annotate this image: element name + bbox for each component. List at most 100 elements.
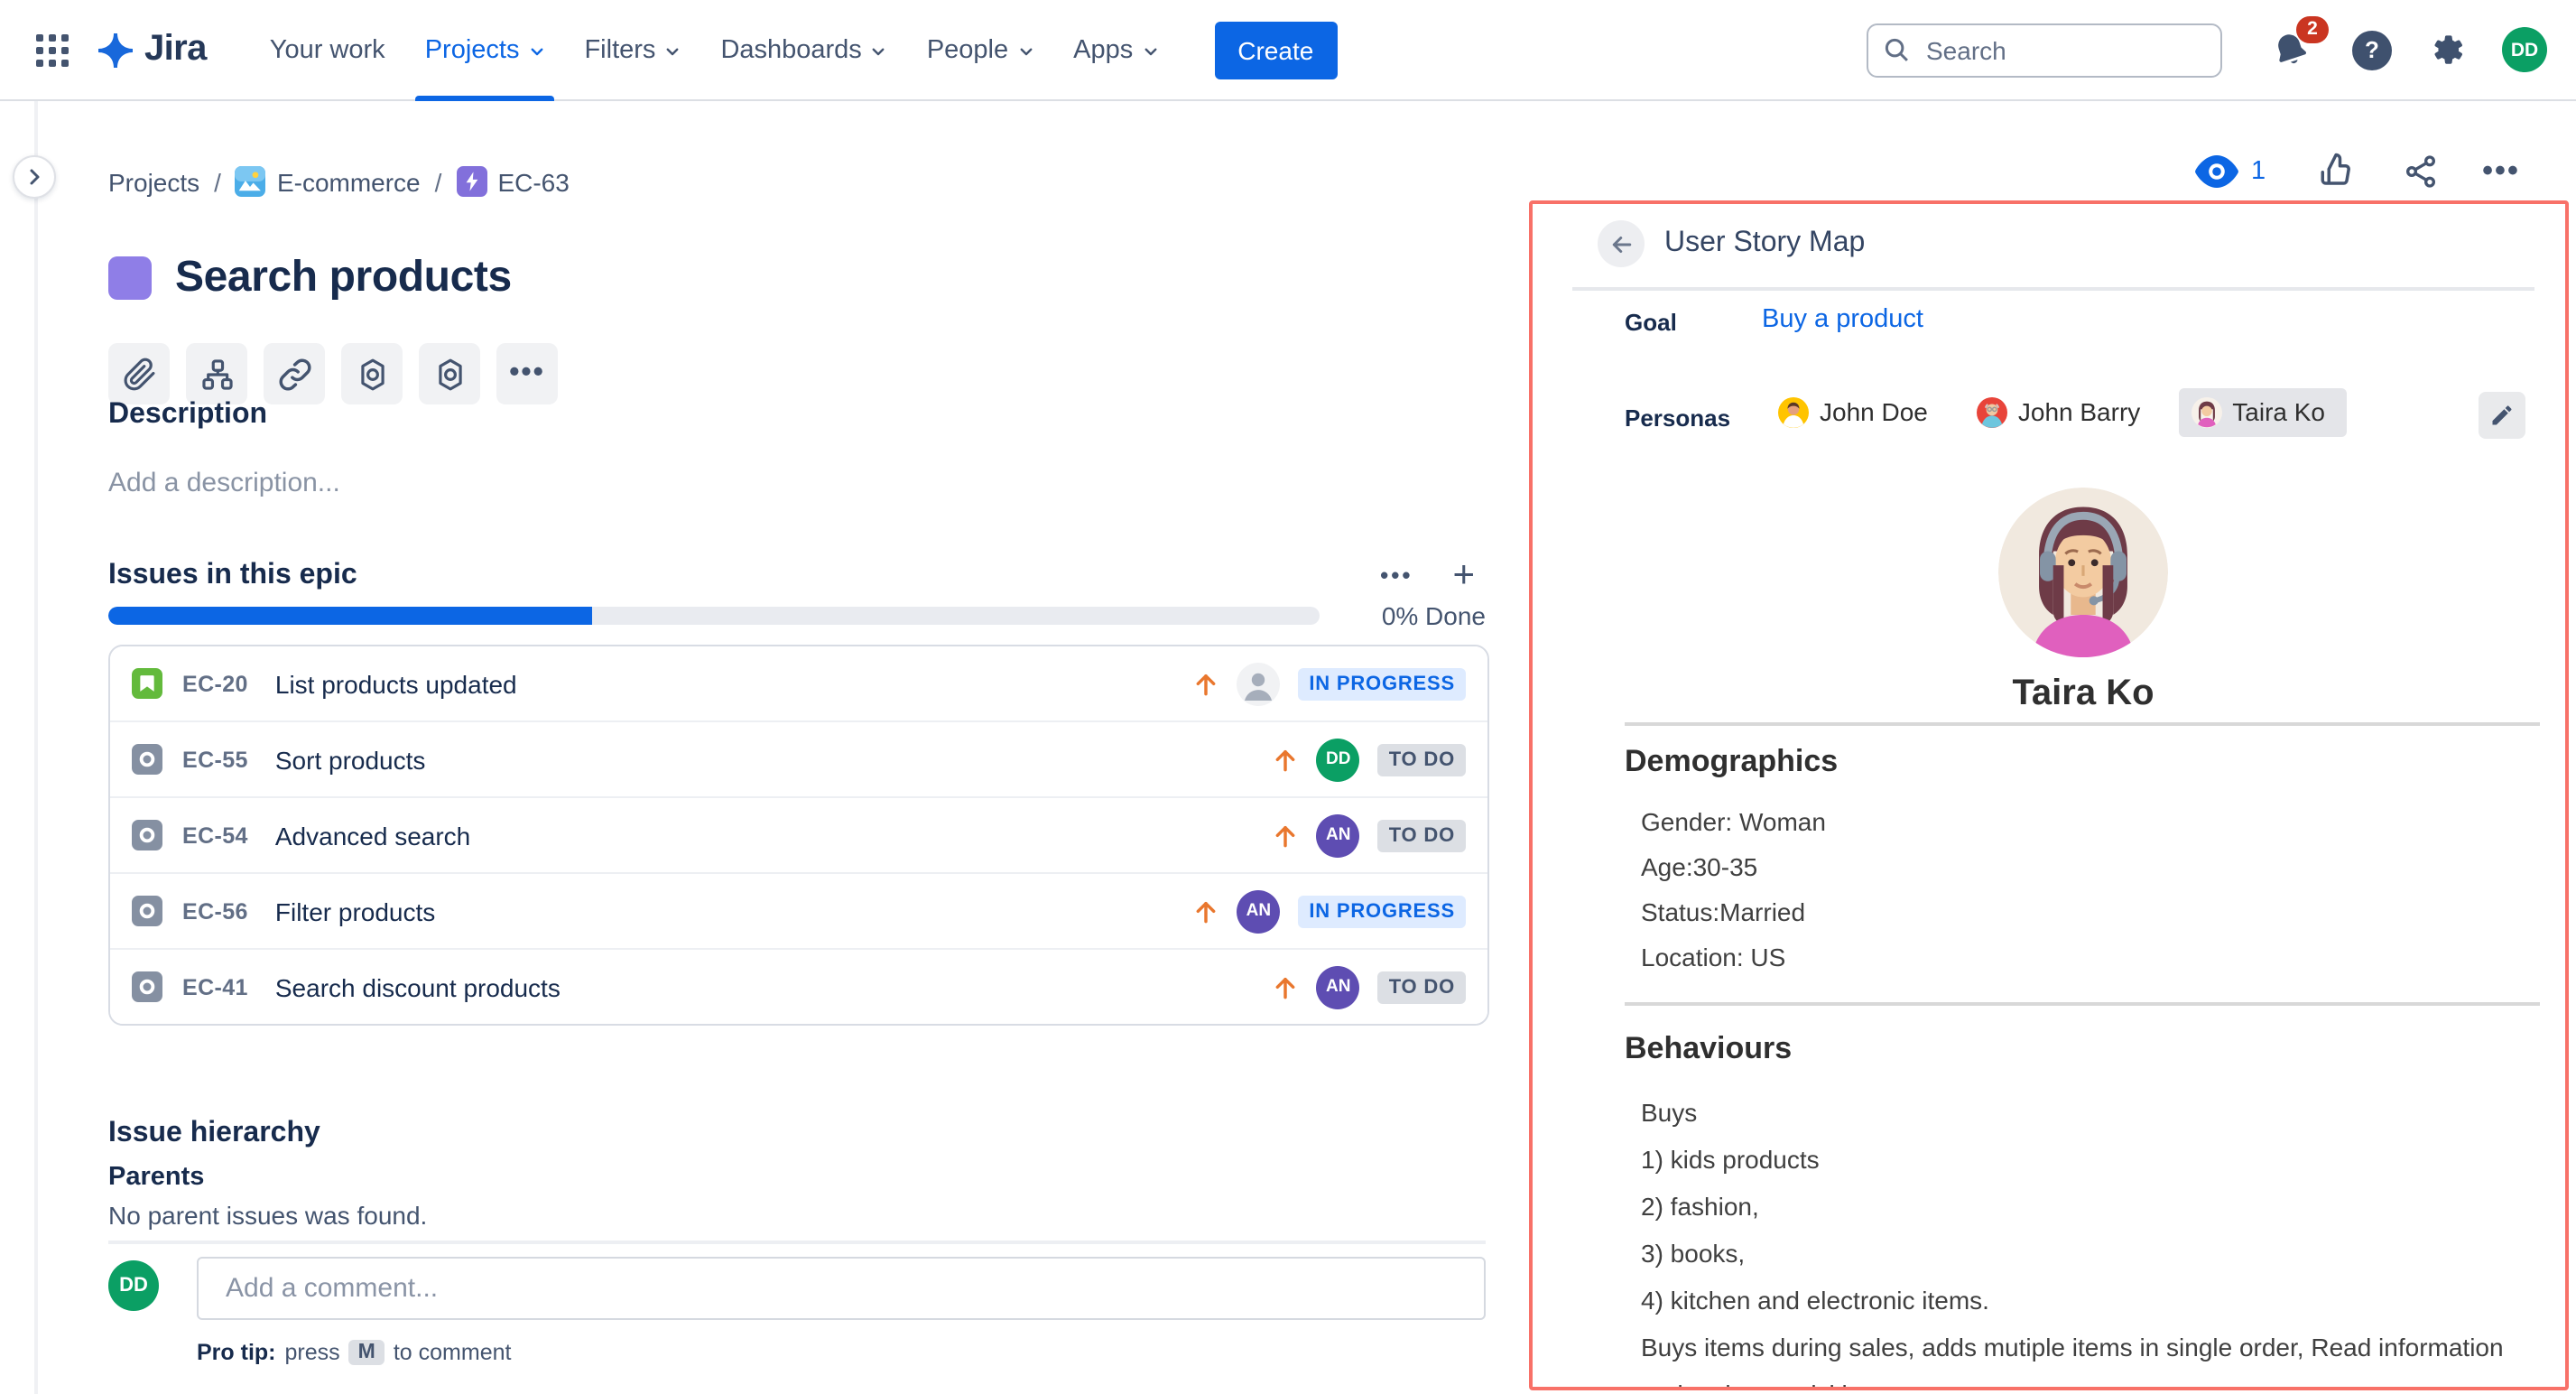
- assignee-avatar[interactable]: AN: [1317, 965, 1360, 1008]
- assignee-avatar[interactable]: AN: [1317, 813, 1360, 857]
- expand-sidebar-button[interactable]: [13, 155, 56, 199]
- issue-title[interactable]: List products updated: [275, 669, 517, 698]
- epic-progress-label: 0% Done: [1370, 601, 1486, 630]
- goal-label: Goal: [1625, 309, 1677, 336]
- issue-main-content: Projects/E-commerce/EC-63 Search product…: [108, 101, 1486, 1394]
- epic-progress-bar: [108, 607, 1320, 625]
- demographic-line: Location: US: [1641, 935, 1826, 980]
- chevron-right-icon: [23, 166, 45, 188]
- arrow-left-icon: [1608, 230, 1635, 257]
- chevron-down-icon: [1017, 43, 1033, 60]
- help-button[interactable]: ?: [2352, 30, 2392, 70]
- issue-header-actions: 1 •••: [2195, 152, 2520, 190]
- notification-badge: 2: [2296, 15, 2329, 42]
- status-badge[interactable]: IN PROGRESS: [1298, 667, 1466, 700]
- toolbar-more-button[interactable]: •••: [496, 343, 558, 404]
- demographics-heading: Demographics: [1625, 744, 1838, 780]
- app-hexagon-button-2[interactable]: [419, 343, 480, 404]
- divider: [1625, 722, 2540, 726]
- parents-empty-text: No parent issues was found.: [108, 1201, 427, 1230]
- back-button[interactable]: [1598, 220, 1645, 267]
- add-child-button[interactable]: [186, 343, 247, 404]
- issue-row[interactable]: EC-20 List products updated IN PROGRESS: [110, 646, 1487, 722]
- behaviour-line: Buys: [1641, 1089, 2529, 1136]
- persona-avatar-large: [1998, 488, 2168, 657]
- priority-high-icon: [1191, 897, 1220, 925]
- app-switcher-icon[interactable]: [29, 26, 76, 73]
- user-story-map-panel: User Story Map Goal Buy a product Person…: [1529, 200, 2569, 1390]
- nav-item-dashboards[interactable]: Dashboards: [700, 0, 906, 100]
- breadcrumb-item-e-commerce[interactable]: E-commerce: [236, 166, 421, 197]
- issue-row[interactable]: EC-55 Sort products DD TO DO: [110, 722, 1487, 798]
- attach-button[interactable]: [108, 343, 170, 404]
- search-input[interactable]: [1923, 33, 2206, 66]
- issue-row[interactable]: EC-56 Filter products AN IN PROGRESS: [110, 874, 1487, 950]
- divider: [108, 1241, 1486, 1244]
- link-button[interactable]: [264, 343, 325, 404]
- persona-chip-label: John Doe: [1820, 397, 1928, 426]
- share-button[interactable]: [2403, 153, 2439, 189]
- behaviours-list: Buys1) kids products2) fashion,3) books,…: [1641, 1089, 2529, 1390]
- more-actions-button[interactable]: •••: [2482, 162, 2520, 180]
- protip-prefix: Pro tip:: [197, 1340, 276, 1365]
- issue-key[interactable]: EC-54: [182, 822, 248, 848]
- issue-row[interactable]: EC-41 Search discount products AN TO DO: [110, 950, 1487, 1024]
- settings-button[interactable]: [2428, 31, 2466, 69]
- demographic-line: Gender: Woman: [1641, 800, 1826, 845]
- chevron-down-icon: [528, 43, 544, 60]
- user-avatar[interactable]: DD: [2502, 27, 2547, 72]
- jira-issue-view: Jira Your workProjectsFiltersDashboardsP…: [0, 0, 2576, 1394]
- issue-key[interactable]: EC-41: [182, 974, 248, 999]
- search-box[interactable]: [1867, 23, 2222, 77]
- issue-row[interactable]: EC-54 Advanced search AN TO DO: [110, 798, 1487, 874]
- like-button[interactable]: [2318, 152, 2356, 190]
- breadcrumb-item-projects[interactable]: Projects: [108, 167, 199, 196]
- issue-title[interactable]: Advanced search: [275, 821, 470, 850]
- unassigned-avatar-icon[interactable]: [1237, 662, 1280, 705]
- watch-button[interactable]: 1: [2195, 154, 2266, 187]
- page-title[interactable]: Search products: [175, 253, 512, 303]
- status-badge[interactable]: TO DO: [1378, 971, 1466, 1003]
- assignee-avatar[interactable]: DD: [1317, 738, 1360, 781]
- nav-item-your-work[interactable]: Your work: [250, 0, 405, 100]
- issue-key[interactable]: EC-56: [182, 898, 248, 924]
- issue-key[interactable]: EC-20: [182, 671, 248, 696]
- issue-title[interactable]: Filter products: [275, 897, 435, 925]
- ellipsis-icon: •••: [2482, 162, 2520, 180]
- nav-item-projects[interactable]: Projects: [405, 0, 565, 100]
- breadcrumb-item-ec-63[interactable]: EC-63: [456, 166, 569, 197]
- personas-label: Personas: [1625, 404, 1730, 432]
- priority-high-icon: [1272, 821, 1301, 850]
- issue-title[interactable]: Search discount products: [275, 972, 561, 1001]
- status-badge[interactable]: TO DO: [1378, 743, 1466, 776]
- issue-title[interactable]: Sort products: [275, 745, 426, 774]
- comment-input[interactable]: [197, 1257, 1486, 1320]
- nav-item-apps[interactable]: Apps: [1053, 0, 1178, 100]
- app-hexagon-button-1[interactable]: [341, 343, 403, 404]
- assignee-avatar[interactable]: AN: [1237, 889, 1280, 933]
- epic-issues-more-button[interactable]: •••: [1369, 560, 1423, 592]
- breadcrumb: Projects/E-commerce/EC-63: [108, 166, 570, 197]
- notifications-button[interactable]: 2: [2269, 28, 2312, 71]
- persona-chip-taira-ko[interactable]: Taira Ko: [2178, 387, 2347, 436]
- demographic-line: Status:Married: [1641, 890, 1826, 935]
- task-type-icon: [132, 971, 162, 1002]
- status-badge[interactable]: TO DO: [1378, 819, 1466, 851]
- task-type-icon: [132, 896, 162, 926]
- nav-item-people[interactable]: People: [907, 0, 1053, 100]
- goal-link[interactable]: Buy a product: [1762, 305, 1923, 334]
- create-button[interactable]: Create: [1214, 21, 1337, 79]
- persona-chip-john-barry[interactable]: John Barry: [1966, 389, 2151, 434]
- paperclip-icon: [122, 357, 156, 391]
- story-type-icon: [132, 668, 162, 699]
- issue-key[interactable]: EC-55: [182, 747, 248, 772]
- add-issue-button[interactable]: +: [1441, 560, 1486, 592]
- search-icon: [1883, 36, 1910, 63]
- persona-chip-john-doe[interactable]: John Doe: [1767, 389, 1939, 434]
- status-badge[interactable]: IN PROGRESS: [1298, 895, 1466, 927]
- description-placeholder[interactable]: Add a description...: [108, 468, 340, 498]
- persona-avatar-icon: [1977, 396, 2007, 427]
- edit-personas-button[interactable]: [2479, 392, 2525, 439]
- jira-logo[interactable]: Jira: [94, 28, 207, 71]
- nav-item-filters[interactable]: Filters: [564, 0, 700, 100]
